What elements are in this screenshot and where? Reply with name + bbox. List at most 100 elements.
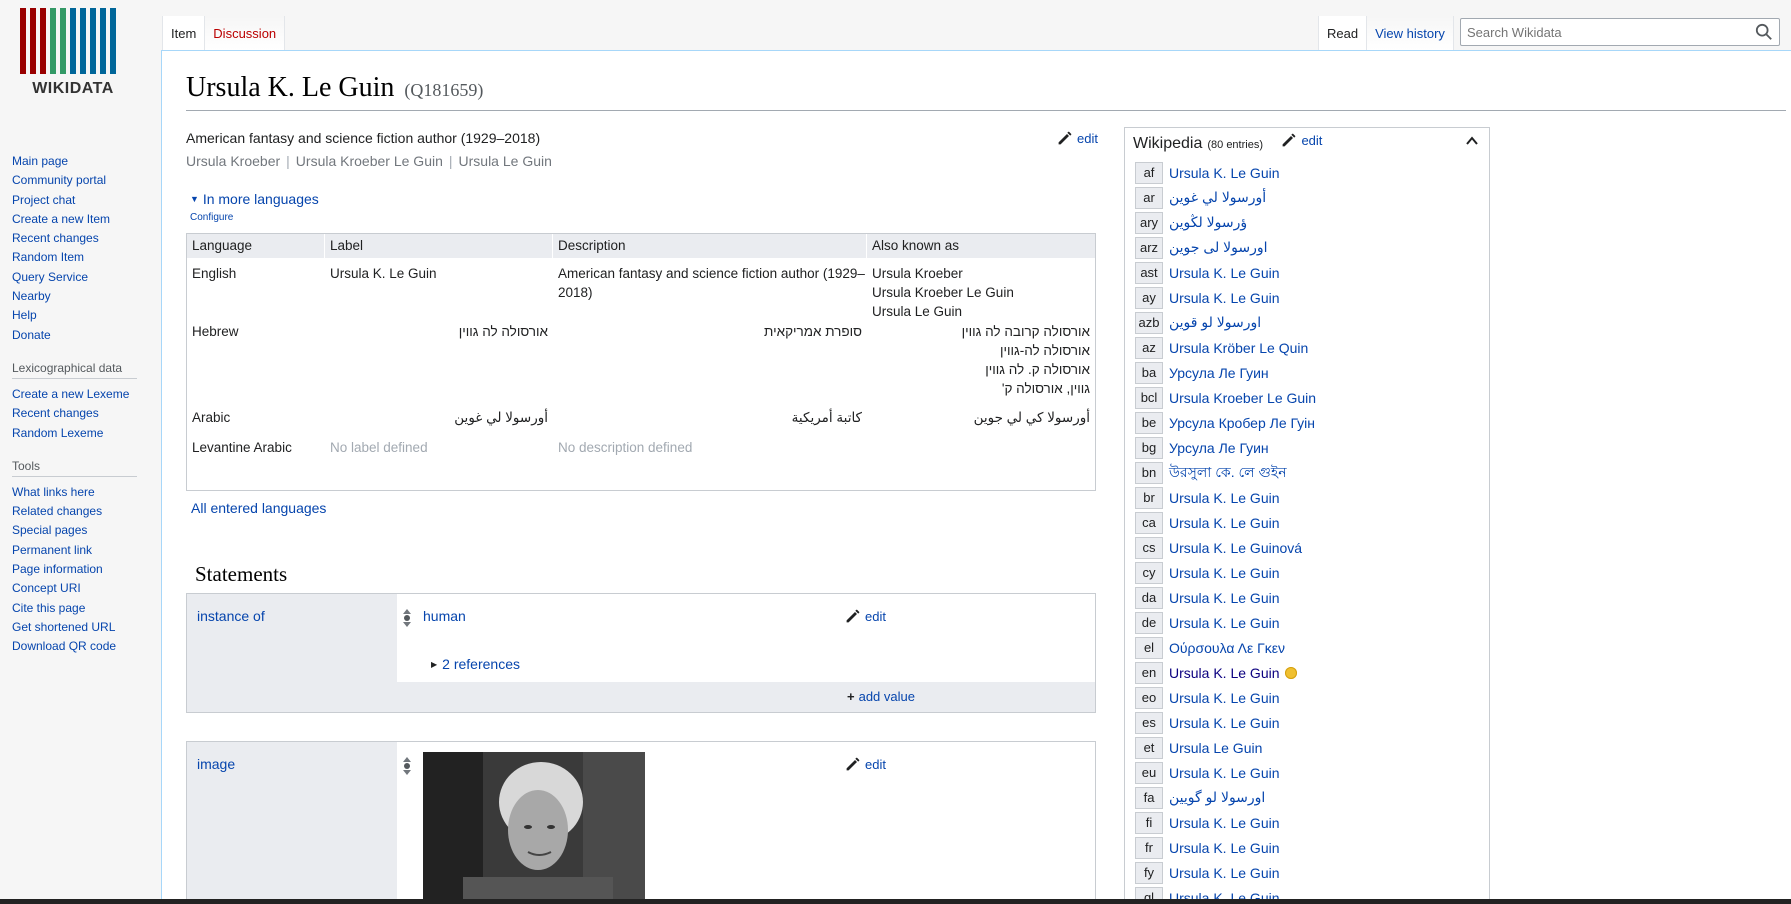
sidebar-lexeme-link[interactable]: Recent changes <box>12 404 152 423</box>
edit-statement-button[interactable]: edit <box>845 608 886 624</box>
sitelink-title-link[interactable]: Урсула Кробер Ле Гуін <box>1169 415 1315 431</box>
sidebar-tool-link[interactable]: What links here <box>12 483 152 502</box>
sitelink-title-link[interactable]: Ursula K. Le Guin <box>1169 265 1280 281</box>
edit-terms-button[interactable]: edit <box>1057 130 1098 146</box>
sidebar-nav-link[interactable]: Recent changes <box>12 229 152 248</box>
sitelink-row: ar أورسولا لي غوين <box>1135 185 1316 210</box>
sitelink-title-link[interactable]: Ursula K. Le Guin <box>1169 565 1280 581</box>
all-entered-languages-link[interactable]: All entered languages <box>191 500 326 516</box>
property-link[interactable]: instance of <box>197 608 265 624</box>
sitelinks-header: Wikipedia (80 entries) edit <box>1133 132 1322 153</box>
sitelink-title-link[interactable]: Ursula K. Le Guin <box>1169 840 1280 856</box>
sitelink-language-code: et <box>1135 736 1163 759</box>
sidebar-lexeme-link[interactable]: Create a new Lexeme <box>12 385 152 404</box>
sitelink-language-code: bn <box>1135 461 1163 484</box>
sitelink-title-link[interactable]: Ούρσουλα Λε Γκεν <box>1169 640 1285 656</box>
sitelink-title-link[interactable]: أورسولا لي غوين <box>1169 189 1266 206</box>
sidebar-nav-link[interactable]: Nearby <box>12 287 152 306</box>
sidebar-tool-link[interactable]: Related changes <box>12 502 152 521</box>
sidebar-tool-link[interactable]: Cite this page <box>12 599 152 618</box>
sidebar-nav-link[interactable]: Project chat <box>12 191 152 210</box>
sitelink-title-link[interactable]: Ursula Le Guin <box>1169 740 1262 756</box>
language-name: English <box>192 266 237 281</box>
alias-separator: | <box>286 153 290 169</box>
rank-selector-icon[interactable] <box>402 608 412 628</box>
sitelink-title-link[interactable]: Ursula K. Le Guin <box>1169 515 1280 531</box>
sitelink-language-code: fr <box>1135 836 1163 859</box>
sitelink-title-link[interactable]: Ursula K. Le Guin <box>1169 590 1280 606</box>
sitelink-title-link[interactable]: Ursula K. Le Guin <box>1169 490 1280 506</box>
sidebar-tool-link[interactable]: Get shortened URL <box>12 618 152 637</box>
sitelink-title-link[interactable]: اورسولا لى جوين <box>1169 239 1268 256</box>
sitelink-title-link[interactable]: Ursula K. Le Guin <box>1169 815 1280 831</box>
sidebar-tool-link[interactable]: Concept URI <box>12 579 152 598</box>
sitelink-title-link[interactable]: Ursula K. Le Guinová <box>1169 540 1302 556</box>
sitelink-title-link[interactable]: Ursula K. Le Guin <box>1169 865 1280 881</box>
edit-sitelinks-button[interactable]: edit <box>1281 132 1322 148</box>
tab-item[interactable]: Item <box>162 16 206 50</box>
wikidata-logo[interactable]: WIKIDATA <box>20 8 126 98</box>
sitelink-language-code: arz <box>1135 236 1163 259</box>
statement-value-link[interactable]: human <box>423 608 466 624</box>
sidebar-nav-link[interactable]: Create a new Item <box>12 210 152 229</box>
sitelink-title-link[interactable]: Ursula K. Le Guin <box>1169 765 1280 781</box>
sidebar-tool-link[interactable]: Page information <box>12 560 152 579</box>
edit-label: edit <box>1301 132 1323 148</box>
sidebar-nav-link[interactable]: Community portal <box>12 171 152 190</box>
sitelink-title-link[interactable]: Ursula K. Le Guin <box>1169 165 1280 181</box>
sidebar-tool-link[interactable]: Permanent link <box>12 541 152 560</box>
sitelink-title-link[interactable]: Ursula Kroeber Le Guin <box>1169 390 1316 406</box>
portrait-image[interactable] <box>423 752 645 902</box>
search-input[interactable] <box>1461 19 1741 45</box>
configure-link[interactable]: Configure <box>190 212 233 223</box>
sitelink-title-link[interactable]: ؤرسولا لڭوين <box>1169 214 1247 231</box>
sitelink-title-link[interactable]: اورسولا لو قوین <box>1169 314 1261 331</box>
title-divider <box>186 110 1786 111</box>
sitelink-title-link[interactable]: Ursula K. Le Guin <box>1169 715 1280 731</box>
sidebar-lexeme-link[interactable]: Random Lexeme <box>12 424 152 443</box>
rank-selector-icon[interactable] <box>402 756 412 776</box>
sidebar-nav-link[interactable]: Query Service <box>12 268 152 287</box>
logo-bar <box>20 8 26 74</box>
bottom-taskbar-strip <box>0 899 1791 904</box>
sidebar-nav-link[interactable]: Donate <box>12 326 152 345</box>
sitelink-title-link[interactable]: اورسولا لو گویین <box>1169 789 1265 806</box>
language-name: Levantine Arabic <box>192 440 292 455</box>
pencil-icon <box>846 757 860 771</box>
sidebar-nav-link[interactable]: Help <box>12 306 152 325</box>
edit-statement-button[interactable]: edit <box>845 756 886 772</box>
sidebar-tool-link[interactable]: Download QR code <box>12 637 152 656</box>
language-name: Arabic <box>192 410 231 425</box>
sitelink-title-link[interactable]: Урсула Ле Гуин <box>1169 440 1269 456</box>
sitelink-title-link[interactable]: Ursula K. Le Guin <box>1169 690 1280 706</box>
collapse-chevron-icon[interactable] <box>1465 134 1479 148</box>
sitelink-row: br Ursula K. Le Guin <box>1135 485 1316 510</box>
sidebar-nav-link[interactable]: Main page <box>12 152 152 171</box>
add-value-button[interactable]: + add value <box>847 689 915 704</box>
tab-read[interactable]: Read <box>1318 16 1368 50</box>
property-link[interactable]: image <box>197 756 235 772</box>
sitelink-title-link[interactable]: Урсула Ле Гуин <box>1169 365 1269 381</box>
tab-view-history[interactable]: View history <box>1367 16 1454 50</box>
tab-discussion[interactable]: Discussion <box>205 16 286 50</box>
sitelink-language-code: en <box>1135 661 1163 684</box>
sitelink-row: en Ursula K. Le Guin <box>1135 660 1316 685</box>
sitelink-title-link[interactable]: Ursula Kröber Le Quin <box>1169 340 1308 356</box>
pencil-icon <box>846 609 860 623</box>
sitelink-title-link[interactable]: Ursula K. Le Guin <box>1169 665 1280 681</box>
sitelink-language-code: bg <box>1135 436 1163 459</box>
sitelinks-count: (80 entries) <box>1207 139 1263 151</box>
in-more-languages-toggle[interactable]: ▼ In more languages <box>190 191 319 207</box>
logo-bar <box>90 8 96 74</box>
sitelink-row: eo Ursula K. Le Guin <box>1135 685 1316 710</box>
search-icon[interactable] <box>1755 23 1773 41</box>
references-toggle[interactable]: ▶ 2 references <box>431 656 520 672</box>
logo-bar <box>70 8 76 74</box>
sitelink-title-link[interactable]: Ursula K. Le Guin <box>1169 290 1280 306</box>
statement-value-area: edit <box>397 742 1095 904</box>
sitelink-title-link[interactable]: Ursula K. Le Guin <box>1169 615 1280 631</box>
sitelink-title-link[interactable]: উরসুলা কে. লে গুইন <box>1169 461 1287 485</box>
sidebar-nav-link[interactable]: Random Item <box>12 248 152 267</box>
statements-heading: Statements <box>195 562 288 586</box>
sidebar-tool-link[interactable]: Special pages <box>12 521 152 540</box>
